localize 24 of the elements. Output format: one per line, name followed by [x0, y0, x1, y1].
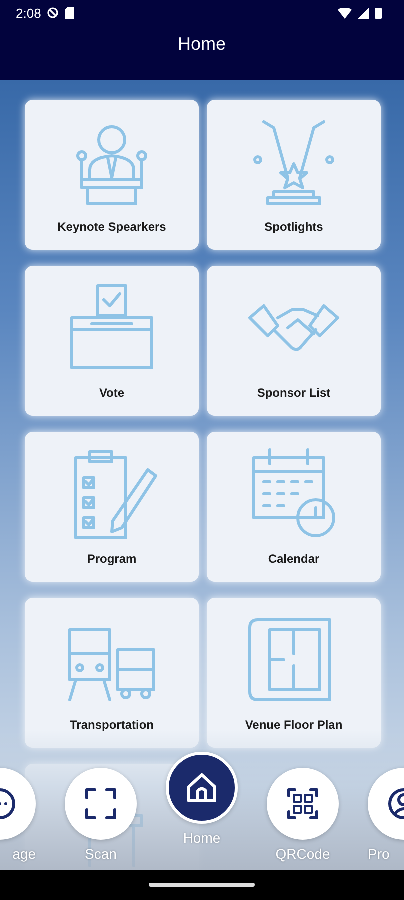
nav-label: Home — [183, 830, 221, 846]
status-time: 2:08 — [16, 6, 42, 20]
wifi-icon — [338, 8, 352, 18]
nav-label: age — [12, 846, 36, 862]
nav-label: Pro — [368, 846, 390, 862]
menu-tile[interactable]: Spotlights — [207, 100, 381, 250]
nav-label: Scan — [85, 846, 117, 862]
menu-tile[interactable]: Vote — [25, 266, 199, 416]
menu-tile[interactable]: Program — [25, 432, 199, 582]
battery-icon — [375, 7, 382, 19]
menu-tile[interactable]: Keynote Spearkers — [25, 100, 199, 250]
menu-tile[interactable]: Calendar — [207, 432, 381, 582]
qr-code-icon — [285, 786, 321, 822]
sim-card-icon — [65, 7, 74, 19]
menu-tile[interactable]: Sponsor List — [207, 266, 381, 416]
scan-icon — [83, 786, 119, 822]
menu-tile[interactable]: Venue Floor Plan — [207, 598, 381, 748]
nav-label: QRCode — [276, 846, 330, 862]
nav-button[interactable] — [166, 752, 238, 824]
page-title: Home — [178, 34, 226, 55]
location-off-icon — [47, 7, 60, 19]
signal-icon — [358, 8, 369, 18]
menu-tile[interactable]: Transportation — [25, 598, 199, 748]
nav-button[interactable] — [267, 768, 339, 840]
